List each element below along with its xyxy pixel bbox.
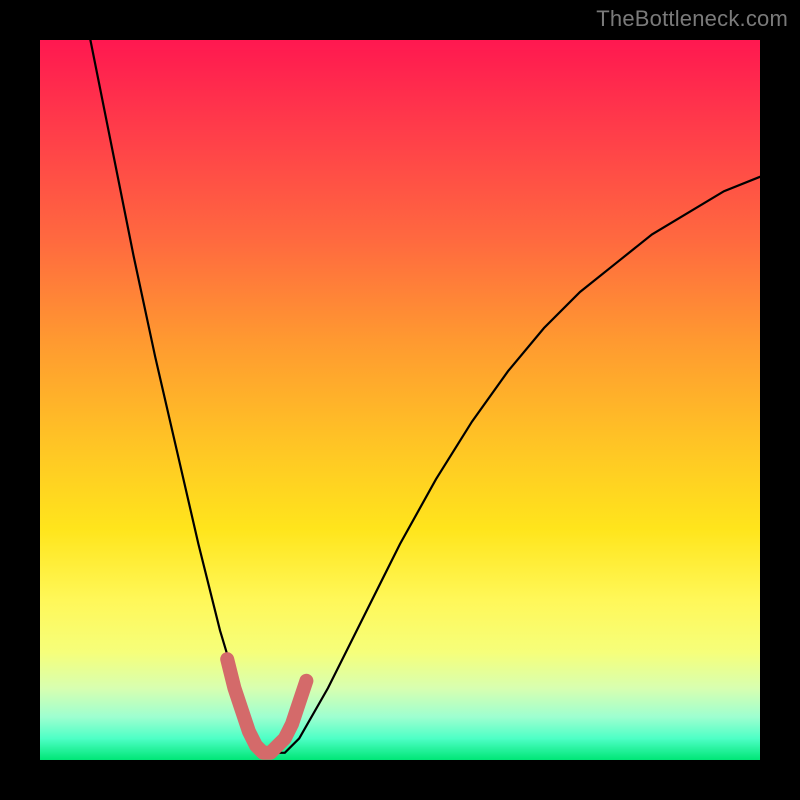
- curve-svg: [40, 40, 760, 760]
- bottleneck-curve: [90, 40, 760, 753]
- watermark-text: TheBottleneck.com: [596, 6, 788, 32]
- highlight-minimum: [227, 659, 306, 753]
- chart-frame: TheBottleneck.com: [0, 0, 800, 800]
- plot-area: [40, 40, 760, 760]
